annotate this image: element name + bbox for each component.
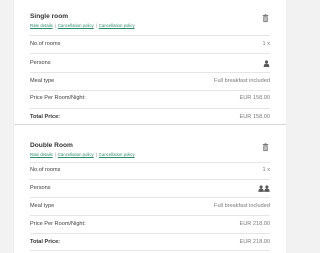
divider — [30, 90, 270, 91]
trash-icon[interactable] — [261, 14, 270, 23]
total-value: EUR 218.00 — [239, 239, 270, 245]
rooms-count-label: No.of rooms — [30, 41, 61, 47]
price-label: Price Per Room/Night: — [30, 95, 86, 101]
cancellation-policy-link[interactable]: Cancellation policy — [99, 152, 135, 157]
meal-type-value: Full breakfast included — [214, 78, 270, 84]
price-label: Price Per Room/Night: — [30, 221, 86, 227]
divider — [30, 162, 270, 163]
divider — [30, 179, 270, 180]
divider — [30, 250, 270, 251]
section-divider — [14, 124, 286, 125]
room-section-double: Double Room Rate details | Cancellation po… — [30, 142, 270, 253]
cancellation-policy-link[interactable]: Cancellation policy — [58, 23, 94, 28]
meal-type-label: Meal type — [30, 203, 55, 209]
cancellation-policy-link[interactable]: Cancellation policy — [58, 152, 94, 157]
total-value: EUR 158.00 — [239, 114, 270, 120]
total-label: Total Price: — [30, 114, 61, 120]
divider — [30, 233, 270, 234]
cancellation-policy-link[interactable]: Cancellation policy — [99, 23, 135, 28]
divider — [30, 72, 270, 73]
room-links: Rate details | Cancellation policy | Cancell… — [30, 23, 135, 28]
divider — [30, 197, 270, 198]
divider — [30, 108, 270, 109]
persons-label: Persons — [30, 185, 51, 191]
total-label: Total Price: — [30, 239, 61, 245]
link-separator: | — [54, 152, 56, 157]
link-separator: | — [95, 152, 97, 157]
price-value: EUR 158.00 — [239, 95, 270, 101]
rate-details-link[interactable]: Rate details — [30, 23, 53, 28]
price-value: EUR 218.00 — [239, 221, 270, 227]
divider — [30, 215, 270, 216]
link-separator: | — [54, 23, 56, 28]
trash-icon[interactable] — [261, 143, 270, 152]
persons-label: Persons — [30, 60, 51, 66]
booking-summary-panel: Single room Rate details | Cancellation po… — [14, 0, 286, 253]
two-persons-icon — [258, 185, 270, 192]
rooms-count-value: 1 x — [262, 41, 270, 47]
link-separator: | — [95, 23, 97, 28]
room-title: Double Room — [30, 142, 73, 149]
divider — [30, 53, 270, 54]
room-links: Rate details | Cancellation policy | Cancell… — [30, 152, 135, 157]
rooms-count-label: No.of rooms — [30, 167, 61, 173]
room-title: Single room — [30, 13, 69, 20]
room-section-single: Single room Rate details | Cancellation po… — [30, 13, 270, 125]
person-icon — [263, 60, 270, 67]
divider — [30, 35, 270, 36]
meal-type-label: Meal type — [30, 78, 55, 84]
meal-type-value: Full breakfast included — [214, 203, 270, 209]
rate-details-link[interactable]: Rate details — [30, 152, 53, 157]
rooms-count-value: 1 x — [262, 167, 270, 173]
